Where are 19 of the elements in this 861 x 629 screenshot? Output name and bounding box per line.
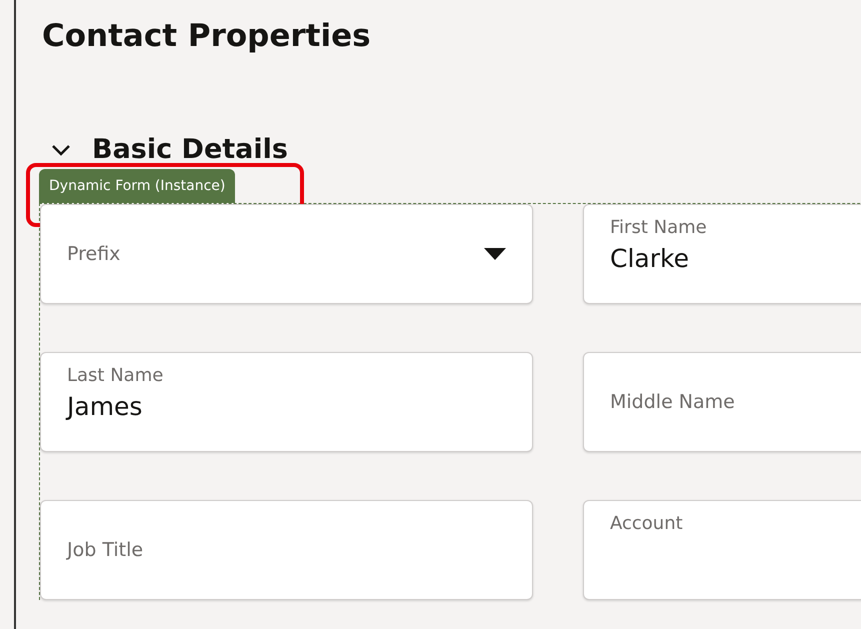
field-label: Job Title [67,539,144,561]
field-label: Last Name [67,365,164,386]
caret-icon [484,248,506,260]
form-tag: Dynamic Form (Instance) [39,169,236,203]
field-value: James [67,392,144,421]
field-value: Clarke [610,244,690,273]
input-field[interactable]: First Name Clarke [583,204,861,304]
section-heading: Basic Details [92,134,288,165]
chevron-icon[interactable] [52,144,70,156]
field-label: Account [610,513,684,534]
input-field[interactable]: Last Name James [40,352,533,452]
field-placeholder: Prefix [67,243,120,265]
input-field[interactable]: Middle Name [583,352,861,452]
select-field[interactable]: Prefix [40,204,533,304]
field-label: First Name [610,217,708,238]
page-title: Contact Properties [42,18,372,54]
input-field[interactable]: Account [583,500,861,600]
field-label: Middle Name [610,391,736,413]
input-field[interactable]: Job Title [40,500,533,600]
